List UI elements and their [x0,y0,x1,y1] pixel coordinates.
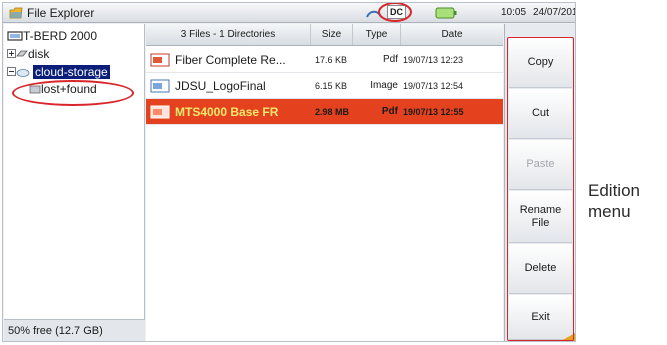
battery-icon [435,7,457,19]
file-name: JDSU_LogoFinal [175,78,266,93]
image-file-icon [150,79,170,92]
file-row[interactable]: JDSU_LogoFinal 6.15 KB Image 19/07/13 12… [146,73,503,99]
file-size: 2.98 MB [315,106,350,117]
file-explorer-icon [9,7,23,19]
tree-item-disk[interactable]: disk [7,46,49,61]
tree-item-cloud-storage[interactable]: cloud-storage [7,64,110,79]
column-header-size[interactable]: Size [311,24,353,45]
disk-icon [16,50,28,56]
dc-annotation-circle [378,3,412,22]
file-date: 19/07/13 12:54 [403,80,464,91]
cloud-folder-icon [16,68,30,77]
file-list: 3 Files - 1 Directories Size Type Date F… [146,24,503,341]
edition-menu-callout: Edition menu [588,180,640,222]
cloud-storage-annotation-circle [12,80,134,106]
tree-item-label: T-BERD 2000 [23,28,98,43]
column-header-type[interactable]: Type [353,24,401,45]
file-size: 6.15 KB [315,80,348,91]
file-type: Image [370,80,398,91]
edition-menu-annotation-outline [507,37,574,341]
file-list-header: 3 Files - 1 Directories Size Type Date [146,24,503,46]
title-bar: File Explorer DC 10:05 24/07/2013 [3,3,575,23]
clock-time: 10:05 [501,7,527,18]
file-row-selected[interactable]: MTS4000 Base FR 2.98 MB Pdf 19/07/13 12:… [146,99,503,125]
expand-icon[interactable] [7,67,16,76]
column-header-name[interactable]: 3 Files - 1 Directories [146,24,311,45]
file-explorer-window: File Explorer DC 10:05 24/07/2013 T-BERD… [2,2,576,342]
expand-icon[interactable] [7,49,16,58]
file-list-footer [146,319,503,341]
file-type: Pdf [382,54,398,65]
file-name: MTS4000 Base FR [175,104,279,119]
file-size: 17.6 KB [315,54,348,65]
tree-item-label: disk [28,46,50,61]
file-type: Pdf [381,106,398,117]
free-space-status: 50% free (12.7 GB) [4,319,145,341]
folder-tree: T-BERD 2000 disk cloud-storage lost+foun… [4,24,145,341]
column-header-date[interactable]: Date [401,24,503,45]
file-date: 19/07/13 12:55 [403,106,464,117]
pdf-file-icon [150,105,170,118]
pdf-file-icon [150,53,170,66]
file-row[interactable]: Fiber Complete Re... 17.6 KB Pdf 19/07/1… [146,47,503,73]
callout-line1: Edition [588,181,640,200]
callout-line2: menu [588,202,631,221]
tree-item-device[interactable]: T-BERD 2000 [7,28,97,43]
tree-item-label: cloud-storage [33,64,110,79]
file-date: 19/07/13 12:23 [403,54,464,65]
clock-date: 24/07/2013 [533,7,575,18]
file-name: Fiber Complete Re... [175,52,286,67]
window-title: File Explorer [27,6,95,20]
device-icon [7,30,23,41]
